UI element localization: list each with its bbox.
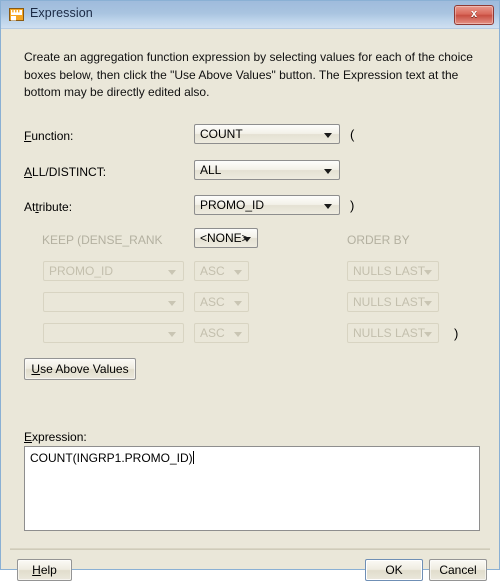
order-direction-combobox-2[interactable]: ASC (194, 292, 249, 312)
attribute-label: Attribute: (24, 200, 72, 214)
order-attribute-combobox-2[interactable] (43, 292, 184, 312)
all-distinct-combobox-value: ALL (200, 163, 222, 177)
order-nulls-combobox-1[interactable]: NULLS LAST (347, 261, 439, 281)
close-icon: x (470, 8, 478, 20)
order-by-label: ORDER BY (347, 233, 410, 247)
order-nulls-value-2: NULLS LAST (353, 295, 426, 309)
attribute-combobox-value: PROMO_ID (200, 198, 265, 212)
open-paren-function: ( (350, 127, 355, 142)
keep-combobox-value: <NONE> (200, 231, 249, 245)
ok-label: OK (385, 563, 403, 577)
all-distinct-label-rest: LL/DISTINCT: (32, 165, 107, 179)
expression-dialog: Expression x Create an aggregation funct… (0, 0, 500, 581)
chevron-down-icon (234, 301, 242, 306)
chevron-down-icon (234, 332, 242, 337)
order-nulls-combobox-3[interactable]: NULLS LAST (347, 323, 439, 343)
expression-text: COUNT(INGRP1.PROMO_ID) (30, 451, 194, 465)
use-above-values-rest: se Above Values (40, 362, 129, 376)
chevron-down-icon (243, 237, 251, 242)
order-attribute-combobox-1[interactable]: PROMO_ID (43, 261, 184, 281)
expression-textarea[interactable]: COUNT(INGRP1.PROMO_ID) (24, 446, 480, 531)
chevron-down-icon (424, 332, 432, 337)
all-distinct-label: ALL/DISTINCT: (24, 165, 106, 179)
keep-dense-rank-label: KEEP (DENSE_RANK (42, 233, 163, 247)
chevron-down-icon (168, 270, 176, 275)
keep-combobox[interactable]: <NONE> (194, 228, 258, 248)
expression-label-mnemonic: E (24, 430, 33, 444)
order-direction-combobox-1[interactable]: ASC (194, 261, 249, 281)
window-app-icon (9, 7, 24, 22)
help-mnemonic: H (32, 563, 41, 577)
cancel-label: Cancel (439, 563, 477, 577)
close-button[interactable]: x (454, 5, 494, 25)
attribute-combobox[interactable]: PROMO_ID (194, 195, 340, 215)
help-label: Help (18, 560, 71, 580)
chevron-down-icon (324, 169, 332, 174)
order-direction-value-1: ASC (200, 264, 225, 278)
function-label: Function: (24, 129, 73, 143)
window-title: Expression (30, 6, 93, 20)
cancel-button[interactable]: Cancel (429, 559, 487, 581)
function-combobox[interactable]: COUNT (194, 124, 340, 144)
chevron-down-icon (424, 270, 432, 275)
chevron-down-icon (168, 332, 176, 337)
instructions-text: Create an aggregation function expressio… (24, 50, 473, 99)
expression-value: COUNT(INGRP1.PROMO_ID) (30, 451, 193, 465)
order-nulls-value-1: NULLS LAST (353, 264, 426, 278)
order-direction-combobox-3[interactable]: ASC (194, 323, 249, 343)
attribute-label-rest: ribute: (38, 200, 73, 214)
chevron-down-icon (234, 270, 242, 275)
help-rest: elp (40, 563, 57, 577)
title-bar: Expression x (1, 1, 499, 29)
all-distinct-label-mnemonic: A (24, 165, 33, 179)
function-label-rest: unction: (31, 129, 74, 143)
chevron-down-icon (324, 204, 332, 209)
function-combobox-value: COUNT (200, 127, 243, 141)
attribute-label-pre: At (24, 200, 36, 214)
order-nulls-value-3: NULLS LAST (353, 326, 426, 340)
chevron-down-icon (424, 301, 432, 306)
dialog-body: Create an aggregation function expressio… (2, 29, 498, 581)
order-direction-value-3: ASC (200, 326, 225, 340)
footer-divider (10, 548, 490, 550)
order-direction-value-2: ASC (200, 295, 225, 309)
order-attribute-value-1: PROMO_ID (49, 264, 114, 278)
use-above-values-label: Use Above Values (25, 359, 135, 379)
all-distinct-combobox[interactable]: ALL (194, 160, 340, 180)
chevron-down-icon (324, 133, 332, 138)
close-paren-attribute: ) (350, 198, 355, 213)
ok-button[interactable]: OK (365, 559, 423, 581)
text-caret (192, 451, 194, 464)
chevron-down-icon (168, 301, 176, 306)
use-above-values-mnemonic: U (31, 362, 41, 376)
use-above-values-button[interactable]: Use Above Values (24, 358, 136, 380)
expression-label-rest: xpression: (32, 430, 87, 444)
order-nulls-combobox-2[interactable]: NULLS LAST (347, 292, 439, 312)
close-paren-keep: ) (454, 326, 459, 341)
expression-label: Expression: (24, 430, 87, 444)
order-attribute-combobox-3[interactable] (43, 323, 184, 343)
help-button[interactable]: Help (17, 559, 72, 581)
